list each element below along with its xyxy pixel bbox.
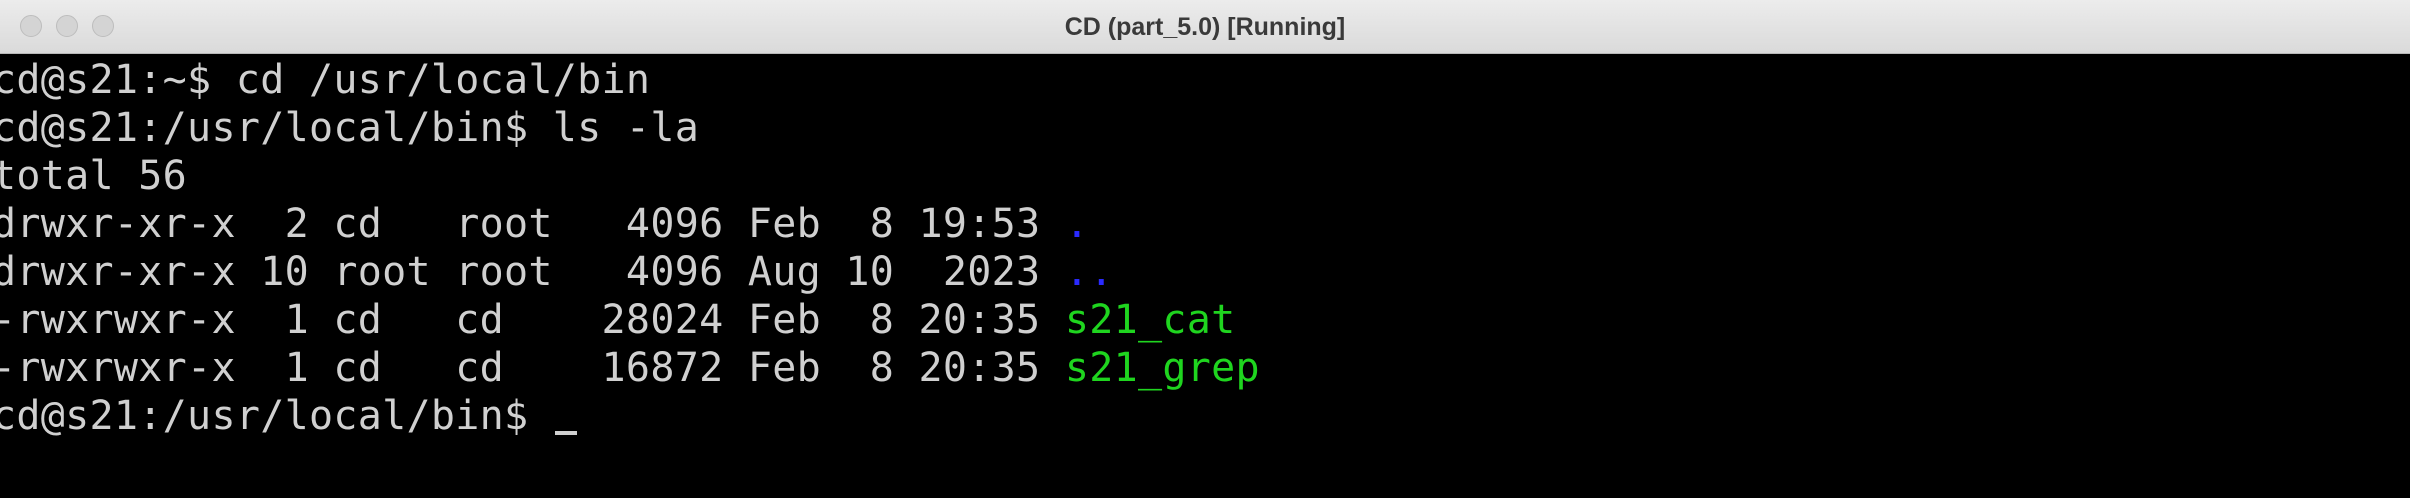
listing-attributes: -rwxrwxr-x 1 cd cd 16872 Feb 8 20:35 <box>0 345 1065 391</box>
window-title: CD (part_5.0) [Running] <box>1064 13 1346 41</box>
listing-entry-directory: .. <box>1064 249 1114 295</box>
vm-window: CD (part_5.0) [Running] cd@s21:~$ cd /us… <box>0 0 2410 498</box>
terminal-screen[interactable]: cd@s21:~$ cd /usr/local/bin cd@s21:/usr/… <box>0 56 2410 498</box>
listing-row-parent-dir: drwxr-xr-x 10 root root 4096 Aug 10 2023… <box>0 248 1114 296</box>
terminal-line-ls-command: cd@s21:/usr/local/bin$ ls -la <box>0 104 699 152</box>
terminal-line-total: total 56 <box>0 152 187 200</box>
text-cursor <box>554 431 577 435</box>
listing-row-s21-cat: -rwxrwxr-x 1 cd cd 28024 Feb 8 20:35 s21… <box>0 296 1236 344</box>
title-bar[interactable]: CD (part_5.0) [Running] <box>0 0 2410 54</box>
terminal-text: cd@s21:/usr/local/bin$ ls -la <box>0 105 700 151</box>
terminal-prompt-line[interactable]: cd@s21:/usr/local/bin$ <box>0 392 577 440</box>
listing-row-s21-grep: -rwxrwxr-x 1 cd cd 16872 Feb 8 20:35 s21… <box>0 344 1260 392</box>
listing-entry-directory: . <box>1064 201 1090 247</box>
listing-entry-executable: s21_grep <box>1064 345 1260 391</box>
listing-attributes: drwxr-xr-x 2 cd root 4096 Feb 8 19:53 <box>0 201 1065 247</box>
listing-attributes: drwxr-xr-x 10 root root 4096 Aug 10 2023 <box>0 249 1065 295</box>
listing-attributes: -rwxrwxr-x 1 cd cd 28024 Feb 8 20:35 <box>0 297 1065 343</box>
terminal-text: cd@s21:~$ cd /usr/local/bin <box>0 57 651 103</box>
terminal-text: total 56 <box>0 153 188 199</box>
listing-entry-executable: s21_cat <box>1064 297 1236 343</box>
terminal-line-cd-command: cd@s21:~$ cd /usr/local/bin <box>0 56 650 104</box>
shell-prompt: cd@s21:/usr/local/bin$ <box>0 393 553 439</box>
listing-row-current-dir: drwxr-xr-x 2 cd root 4096 Feb 8 19:53 . <box>0 200 1089 248</box>
